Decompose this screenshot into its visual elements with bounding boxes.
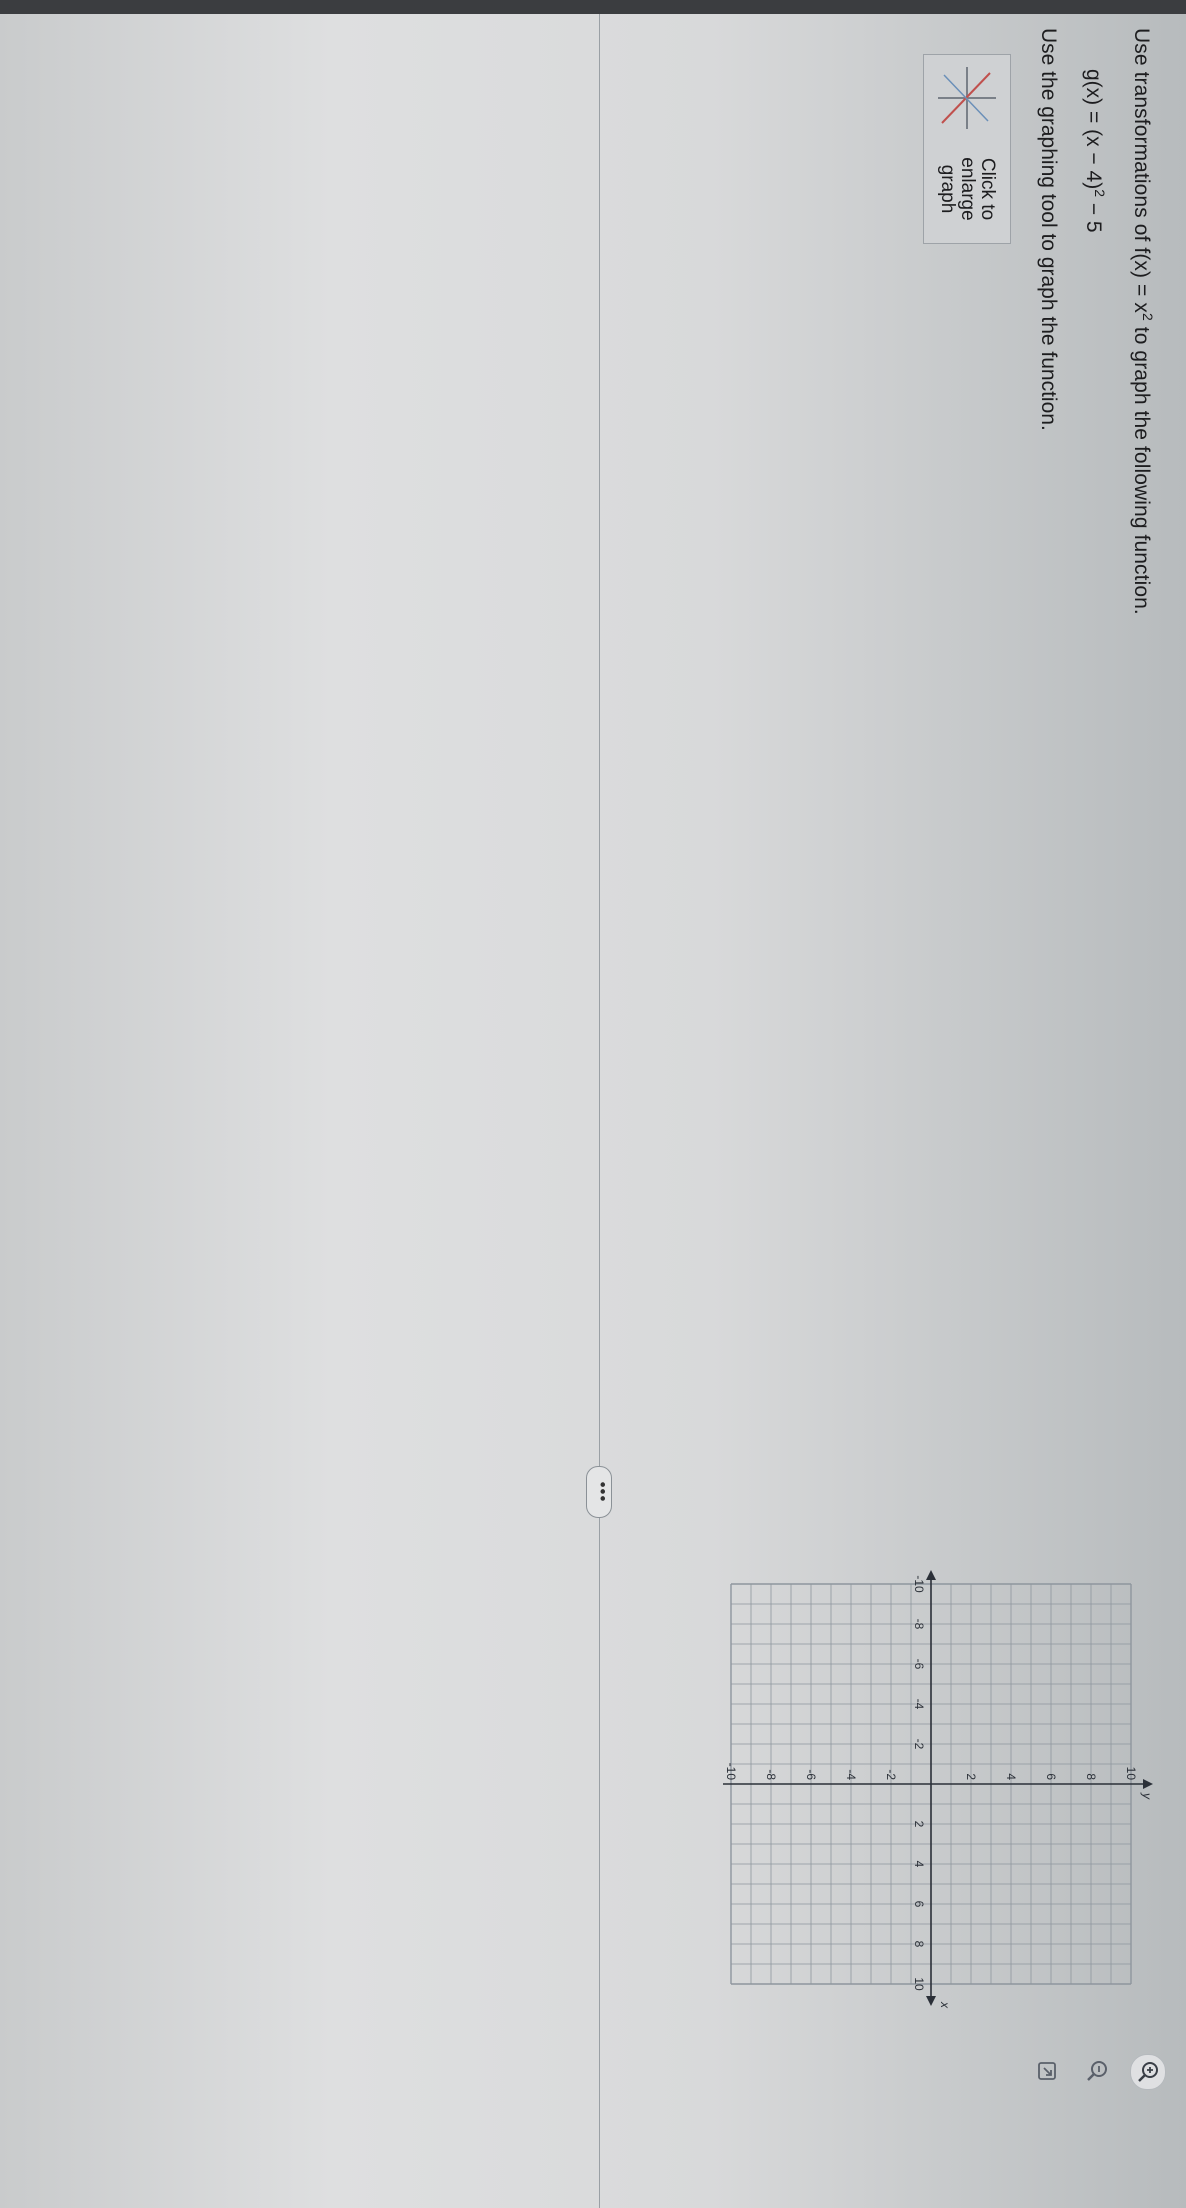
x-axis-label: x	[938, 2001, 952, 2009]
function-expression: g(x) = (x − 4)2 − 5	[1081, 69, 1108, 233]
x-tick-label: 10	[912, 1977, 926, 1991]
y-tick-label: -10	[724, 1763, 738, 1781]
graphing-grid[interactable]: xy -10-8-6-4-2246810108642-2-4-6-8-10	[686, 1544, 1166, 2014]
question-text: Use transformations of f(x) = x2 to grap…	[1129, 28, 1156, 615]
question-exponent: 2	[1140, 312, 1156, 321]
enlarge-graph-label: Click to enlarge graph	[937, 157, 998, 221]
graph-toolbar	[1016, 2044, 1166, 2104]
y-tick-label: 2	[964, 1773, 978, 1780]
y-tick-label: -2	[884, 1769, 898, 1780]
function-suffix: − 5	[1082, 197, 1105, 233]
y-axis-arrow	[1143, 1779, 1153, 1789]
zoom-out-icon	[1087, 2061, 1107, 2081]
x-tick-label: -8	[912, 1619, 926, 1630]
screen: Use transformations of f(x) = x2 to grap…	[0, 0, 1186, 2208]
graph-thumbnail-icon	[938, 67, 996, 129]
x-tick-label: -10	[912, 1575, 926, 1593]
x-tick-label: 6	[912, 1901, 926, 1908]
zoom-out-button[interactable]	[1080, 2054, 1114, 2088]
x-tick-label: -6	[912, 1659, 926, 1670]
x-tick-label: 8	[912, 1941, 926, 1948]
y-tick-label: 6	[1044, 1773, 1058, 1780]
axes: xy	[723, 1570, 1154, 2009]
section-divider	[599, 14, 600, 2208]
y-tick-label: 10	[1124, 1767, 1138, 1781]
y-axis-label: y	[1140, 1792, 1154, 1800]
question-suffix: to graph the following function.	[1130, 320, 1153, 615]
x-axis-arrow-left	[926, 1570, 936, 1580]
x-axis-arrow	[926, 1996, 936, 2006]
x-tick-label: 4	[912, 1861, 926, 1868]
top-bar	[0, 0, 1186, 14]
y-tick-label: -4	[844, 1769, 858, 1780]
function-exponent: 2	[1092, 189, 1108, 197]
y-tick-label: 4	[1004, 1773, 1018, 1780]
function-prefix: g(x) = (x − 4)	[1082, 69, 1105, 190]
x-tick-label: -2	[912, 1739, 926, 1750]
y-tick-label: 8	[1084, 1773, 1098, 1780]
question-prefix: Use transformations of f(x) = x	[1130, 28, 1153, 313]
zoom-in-button[interactable]	[1130, 2054, 1166, 2090]
expand-icon	[1038, 2062, 1056, 2080]
expand-graph-button[interactable]	[1030, 2054, 1064, 2088]
y-tick-label: -8	[764, 1769, 778, 1780]
more-options-button[interactable]: •••	[586, 1466, 612, 1518]
x-tick-label: -4	[912, 1699, 926, 1710]
zoom-in-icon	[1138, 2062, 1158, 2082]
x-tick-label: 2	[912, 1821, 926, 1828]
y-tick-label: -6	[804, 1769, 818, 1780]
enlarge-graph-button[interactable]: Click to enlarge graph	[923, 54, 1011, 244]
question-page: Use transformations of f(x) = x2 to grap…	[0, 14, 1186, 2208]
instruction-text: Use the graphing tool to graph the funct…	[1037, 28, 1060, 431]
